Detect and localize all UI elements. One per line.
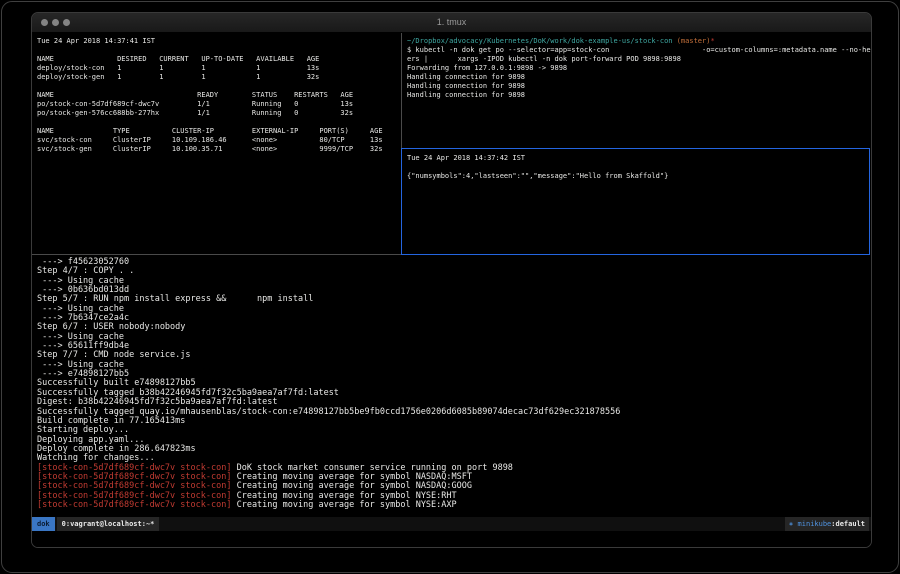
terminal-line: ers | xargs -IPOD kubectl -n dok port-fo… bbox=[407, 55, 872, 64]
terminal-line: [stock-con-5d7df689cf-dwc7v stock-con] C… bbox=[37, 501, 870, 510]
terminal-line: deploy/stock-gen 1 1 1 1 32s bbox=[37, 73, 405, 82]
status-spacer bbox=[159, 517, 785, 531]
pane-port-forward[interactable]: ~/Dropbox/advocacy/Kubernetes/DoK/work/d… bbox=[403, 33, 872, 151]
terminal-line: Handling connection for 9898 bbox=[407, 82, 872, 91]
terminal-line: Tue 24 Apr 2018 14:37:42 IST bbox=[407, 154, 872, 163]
terminal-line: po/stock-gen-576cc688bb-277hx 1/1 Runnin… bbox=[37, 109, 405, 118]
terminal-line bbox=[37, 82, 405, 91]
active-pane-border-bottom bbox=[402, 254, 870, 255]
pane-border-vertical bbox=[401, 33, 402, 148]
terminal-line: ---> f45623052760 bbox=[37, 258, 870, 267]
terminal-line: Step 4/7 : COPY . . bbox=[37, 267, 870, 276]
session-name-badge: dok bbox=[32, 517, 55, 531]
kubernetes-helm-icon: ⎈ minikube bbox=[789, 520, 831, 528]
active-pane-border-left bbox=[401, 148, 402, 255]
terminal-window: 1. tmux Tue 24 Apr 2018 14:37:41 IST NAME… bbox=[31, 12, 872, 548]
active-pane-border-right bbox=[869, 148, 870, 255]
kube-context-indicator: ⎈ minikube:default bbox=[785, 517, 869, 531]
terminal-line: Starting deploy... bbox=[37, 426, 870, 435]
terminal-line: svc/stock-gen ClusterIP 10.100.35.71 <no… bbox=[37, 145, 405, 154]
terminal-line: Build complete in 77.165413ms bbox=[37, 417, 870, 426]
kube-namespace: :default bbox=[831, 520, 865, 528]
terminal-line: po/stock-con-5d7df689cf-dwc7v 1/1 Runnin… bbox=[37, 100, 405, 109]
zoom-button[interactable] bbox=[63, 19, 70, 26]
terminal-line: NAME TYPE CLUSTER-IP EXTERNAL-IP PORT(S)… bbox=[37, 127, 405, 136]
terminal-line: Handling connection for 9898 bbox=[407, 73, 872, 82]
terminal-line: Deploy complete in 286.647823ms bbox=[37, 445, 870, 454]
terminal-line bbox=[37, 46, 405, 55]
terminal-line: Forwarding from 127.0.0.1:9898 -> 9898 bbox=[407, 64, 872, 73]
minimize-button[interactable] bbox=[52, 19, 59, 26]
terminal-line: ---> Using cache bbox=[37, 361, 870, 370]
window-list-item[interactable]: 0:vagrant@localhost:~* bbox=[57, 517, 160, 531]
terminal-line: NAME READY STATUS RESTARTS AGE bbox=[37, 91, 405, 100]
terminal-line: {"numsymbols":4,"lastseen":"","message":… bbox=[407, 172, 872, 181]
terminal-line: Tue 24 Apr 2018 14:37:41 IST bbox=[37, 37, 405, 46]
active-pane-border-top bbox=[402, 148, 870, 149]
pane-kubectl-watch[interactable]: Tue 24 Apr 2018 14:37:41 IST NAME DESIRED… bbox=[32, 33, 405, 257]
pane-curl-output-active[interactable]: Tue 24 Apr 2018 14:37:42 IST {"numsymbols… bbox=[403, 150, 872, 257]
terminal-line: Step 7/7 : CMD node service.js bbox=[37, 351, 870, 360]
traffic-lights bbox=[41, 19, 70, 26]
terminal-line: ---> Using cache bbox=[37, 277, 870, 286]
terminal-line: Step 5/7 : RUN npm install express && np… bbox=[37, 295, 870, 304]
terminal-line: deploy/stock-con 1 1 1 1 13s bbox=[37, 64, 405, 73]
window-title: 1. tmux bbox=[32, 13, 871, 32]
terminal-line bbox=[37, 118, 405, 127]
terminal-line: Step 6/7 : USER nobody:nobody bbox=[37, 323, 870, 332]
tmux-status-bar: dok 0:vagrant@localhost:~* ⎈ minikube:de… bbox=[32, 517, 871, 531]
terminal-line: ~/Dropbox/advocacy/Kubernetes/DoK/work/d… bbox=[407, 37, 872, 46]
terminal-line: ---> Using cache bbox=[37, 305, 870, 314]
terminal-line: svc/stock-con ClusterIP 10.109.186.46 <n… bbox=[37, 136, 405, 145]
pane-skaffold-build-log[interactable]: ---> f45623052760Step 4/7 : COPY . . ---… bbox=[32, 255, 870, 519]
terminal-line: ---> Using cache bbox=[37, 333, 870, 342]
terminal-line bbox=[407, 163, 872, 172]
terminal-line: NAME DESIRED CURRENT UP-TO-DATE AVAILABL… bbox=[37, 55, 405, 64]
terminal-line: Handling connection for 9898 bbox=[407, 91, 872, 100]
close-button[interactable] bbox=[41, 19, 48, 26]
pane-border-horizontal bbox=[32, 254, 401, 255]
terminal-line: $ kubectl -n dok get po --selector=app=s… bbox=[407, 46, 872, 55]
window-titlebar: 1. tmux bbox=[32, 13, 871, 33]
tmux-session: Tue 24 Apr 2018 14:37:41 IST NAME DESIRED… bbox=[32, 33, 871, 547]
